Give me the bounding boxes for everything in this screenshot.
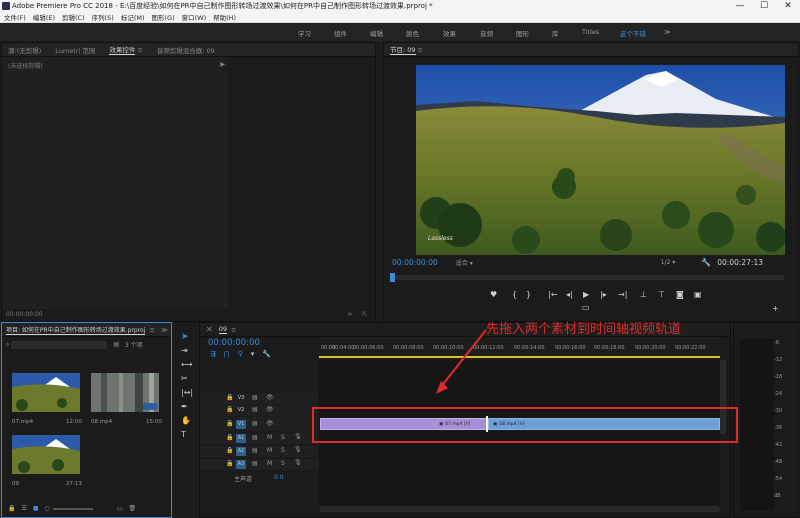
annotation-highlight-box [312, 407, 738, 443]
annotation-text: 先拖入两个素材到时间轴视频轨道 [486, 322, 682, 337]
annotation-overlay [312, 329, 738, 443]
annotation-arrow-line [439, 329, 487, 389]
annotation-arrow-head [436, 381, 448, 394]
